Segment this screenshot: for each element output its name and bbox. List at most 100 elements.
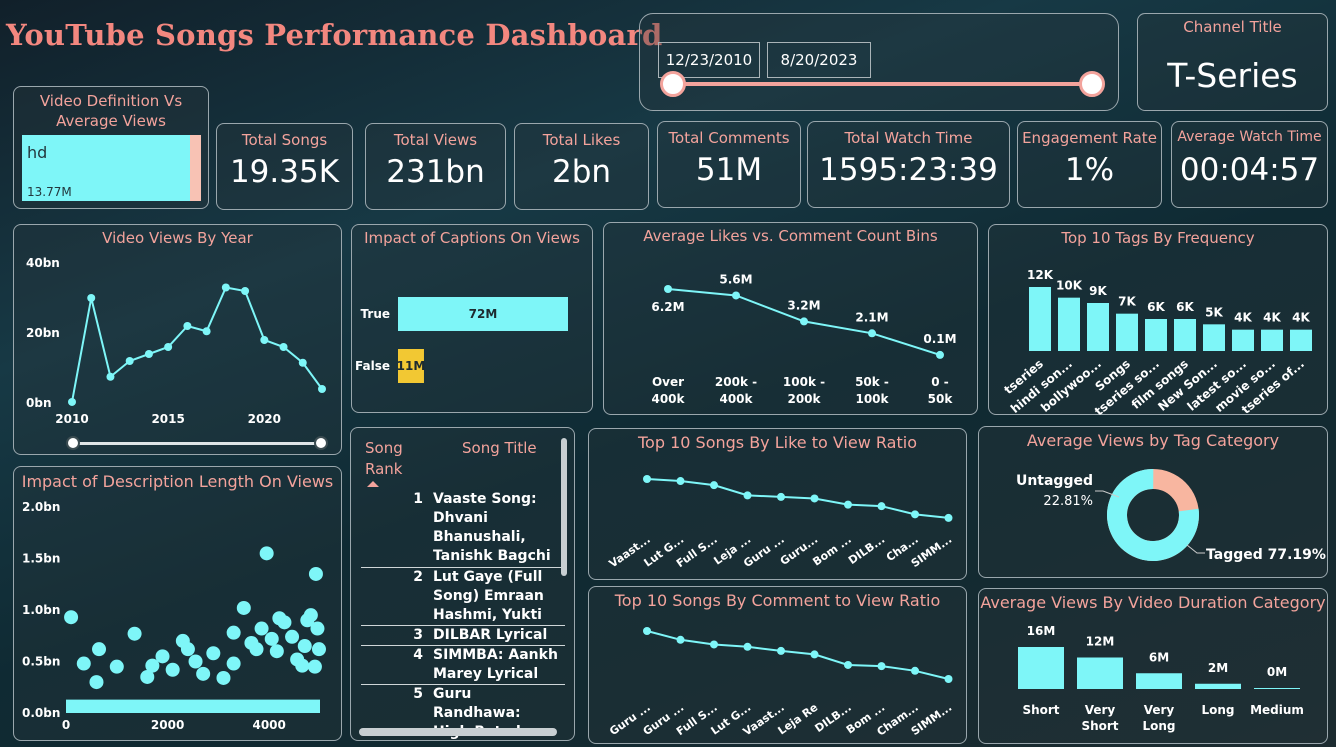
tag-category-card: Average Views by Tag Category Untagged 22… [978,426,1328,578]
dense-cluster [66,699,320,713]
comment-view-ratio-card: Top 10 Songs By Comment to View Ratio Gu… [588,586,967,744]
kpi-value: 1595:23:39 [819,152,998,188]
table-row[interactable]: 2 Lut Gaye (Full Song) Emraan Hashmi, Yu… [361,568,565,626]
scatter-point [180,642,195,657]
views-by-year-card: Video Views By Year 0bn 20bn 40bn 2010 2015 2… [13,224,342,455]
data-label: 3.2M [787,298,820,312]
data-point [202,327,211,336]
scatter-point [285,629,300,644]
data-point [868,329,876,338]
scatter-point [254,621,269,636]
slice-value-label: 22.81% [1043,494,1093,509]
year-range-start-handle[interactable] [66,436,80,450]
captions-card: Impact of Captions On Views True 72M False… [351,224,593,413]
bar [1136,673,1182,689]
category-label: True [361,307,390,321]
y-tick-label: 1.0bn [22,603,60,617]
data-point [844,660,852,669]
data-point [810,650,819,659]
horizontal-scrollbar[interactable] [359,728,557,736]
x-tick-label: 400k [651,392,685,406]
bar [1174,319,1196,351]
bar-value-label: 12M [1086,635,1115,649]
bar [1203,324,1225,351]
y-tick-label: 0.0bn [22,706,60,720]
scatter-point [308,566,323,581]
kpi-label: Total Songs [241,131,328,149]
column-header-title[interactable]: Song Title [462,438,537,459]
year-range-end-handle[interactable] [314,436,328,450]
y-tick-label: 0.5bn [22,655,60,669]
bar-value-label: 9K [1089,284,1107,298]
channel-label: Channel Title [1183,18,1282,36]
views-by-year-chart: 0bn 20bn 40bn 2010 2015 2020 [26,256,326,426]
scatter-point [127,626,142,641]
x-tick-label: Very [1144,703,1175,717]
comment-view-ratio-chart: Guru ...Guru ...Full S...Lut G...Vaast..… [607,627,954,739]
scatter-point [206,646,221,661]
bar [1087,303,1109,351]
column-header-rank[interactable]: Song Rank [365,438,425,480]
bar [1058,297,1080,351]
vertical-scrollbar[interactable] [561,438,567,576]
table-row[interactable]: 4 SIMMBA: Aankh Marey Lyrical [361,646,565,685]
data-point [936,350,944,359]
data-point [643,627,651,635]
data-point [643,475,651,483]
slider-end-handle[interactable] [1079,71,1105,97]
kpi-label: Average Watch Time [1177,129,1322,145]
kpi-value: 231bn [386,154,485,190]
table-row[interactable]: 1 Vaaste Song: Dhvani Bhanushali, Tanish… [361,490,565,568]
x-tick-label: 200k [787,392,821,406]
kpi-value: 19.35K [229,154,340,190]
data-point [318,385,326,393]
data-point [710,481,718,490]
data-point [844,500,852,509]
scatter-point [249,642,264,657]
song-rank: 3 [413,627,423,643]
kpi-total-comments: Total Comments 51M [657,121,801,208]
page-title: YouTube Songs Performance Dashboard [6,18,663,52]
x-tick-label: Long [1201,703,1234,717]
x-tick-label: Short [1081,719,1118,733]
x-tick-label: 50k [928,392,954,406]
slider-track [674,82,1094,86]
scatter-point [188,654,203,669]
y-tick-label: 1.5bn [22,552,60,566]
bar-value-label: 10K [1056,279,1083,293]
data-point [221,283,230,292]
slider-start-handle[interactable] [660,71,686,97]
bar-value-label: 7K [1118,295,1136,309]
data-point [106,372,115,381]
kpi-total-watch-time: Total Watch Time 1595:23:39 [807,121,1010,208]
slice-label: Untagged [1016,473,1093,489]
x-tick-label: 100k [855,392,889,406]
ratio-line [646,478,949,519]
sort-arrow-icon[interactable] [367,481,379,487]
channel-value: T-Series [1167,56,1298,95]
kpi-value: 00:04:57 [1179,152,1320,188]
scatter-point [269,644,284,659]
kpi-value: 2bn [551,154,612,190]
bar-value-label: 4K [1263,311,1281,325]
y-tick-label: 20bn [26,326,60,340]
data-point [810,494,819,503]
data-point [777,492,785,501]
bar [1290,329,1312,351]
x-tick-label: Short [1022,703,1059,717]
kpi-label: Total Views [393,131,478,149]
category-label: False [355,359,390,373]
x-tick-label: 2015 [151,412,184,426]
data-point [676,477,685,486]
scatter-point [295,658,310,673]
table-row[interactable]: 3 DILBAR Lyrical [361,626,565,646]
video-definition-title: Video Definition Vs Average Views [39,92,183,130]
x-tick-label: 2000 [151,718,184,732]
data-point [164,343,173,351]
end-date-input[interactable]: 8/20/2023 [767,42,871,78]
bar [1116,313,1138,351]
top-tags-card: Top 10 Tags By Frequency 12K tseries 10K hi… [988,224,1328,416]
bar [1261,329,1283,351]
song-rank: 2 [413,569,423,585]
data-point [944,513,953,522]
